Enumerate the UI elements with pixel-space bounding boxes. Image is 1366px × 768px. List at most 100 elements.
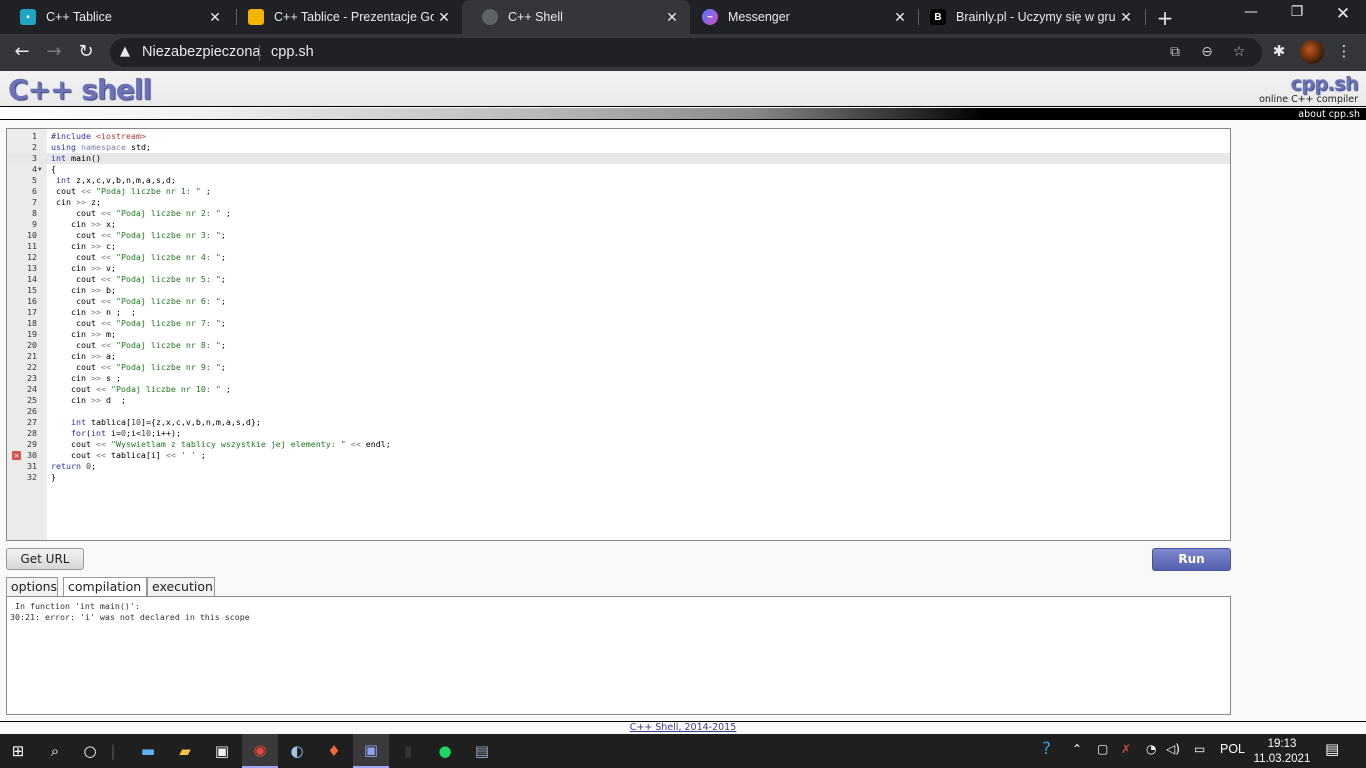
security-label[interactable]: Niezabezpieczona [142,44,261,60]
code-line[interactable]: 32} [7,472,1230,483]
profile-avatar[interactable] [1300,40,1324,64]
code-line[interactable]: 9 cin >> x; [7,219,1230,230]
code-line[interactable]: 31 return 0; [7,461,1230,472]
language-indicator[interactable]: POL [1220,742,1245,756]
code-line[interactable]: 23 cin >> s ; [7,373,1230,384]
chrome-icon[interactable]: ◉ [242,734,278,768]
minimize-button[interactable]: — [1231,4,1271,20]
close-tab-icon[interactable]: ✕ [1116,9,1136,26]
browser-tab-4[interactable]: ~ Messenger ✕ [682,0,918,34]
code-line[interactable]: 15 cin >> b; [7,285,1230,296]
code-line[interactable]: 29 cout << "Wyswietlam z tablicy wszystk… [7,439,1230,450]
camera-icon[interactable]: ▢ [1097,742,1108,756]
desktop-icon[interactable]: ▬ [130,734,166,768]
tab-execution[interactable]: execution [147,577,215,597]
code-line[interactable]: 17 cin >> n ; ; [7,307,1230,318]
globe-icon [482,9,498,25]
code-line[interactable]: 28 for(int i=0;i<10;i++); [7,428,1230,439]
address-bar[interactable]: ▲ Niezabezpieczona cpp.sh ⧉ ⊖ ☆ [110,38,1262,67]
monitor-icon[interactable]: ▤ [464,734,500,768]
code-line[interactable]: 3 int main() [7,153,1230,164]
close-window-button[interactable]: ✕ [1323,4,1363,24]
restore-button[interactable]: ❐ [1277,4,1317,20]
code-line[interactable]: 5 int z,x,c,v,b,n,m,a,s,d; [7,175,1230,186]
code-line[interactable]: 11 cin >> c; [7,241,1230,252]
error-marker-icon[interactable]: ✕ [12,451,21,460]
code-text: cout << "Podaj liczbe nr 5: "; [51,274,226,284]
app-icon[interactable]: ▮ [390,734,426,768]
close-tab-icon[interactable]: ✕ [662,9,682,26]
get-url-button[interactable]: Get URL [6,548,84,570]
zoom-icon[interactable]: ⊖ [1197,44,1217,60]
browser-tab-1[interactable]: ▪ C++ Tablice ✕ [0,0,233,34]
bookmark-star-icon[interactable]: ☆ [1229,44,1249,60]
show-hidden-icons[interactable]: ⌃ [1072,742,1082,756]
volume-icon[interactable]: ◁) [1166,742,1180,756]
cortana-icon[interactable]: ○ [72,734,108,768]
code-line[interactable]: 12 cout << "Podaj liczbe nr 4: "; [7,252,1230,263]
extensions-icon[interactable]: ✱ [1268,42,1290,60]
paint-icon[interactable]: ♦ [316,734,352,768]
about-link[interactable]: about cpp.sh [1298,109,1360,120]
code-line[interactable]: 25 cin >> d ; [7,395,1230,406]
reload-button[interactable]: ↻ [74,41,98,65]
browser-tab-2[interactable]: C++ Tablice - Prezentacje Goo ✕ [228,0,462,34]
tab-options[interactable]: options [6,577,58,597]
code-line[interactable]: 8 cout << "Podaj liczbe nr 2: " ; [7,208,1230,219]
spotify-icon[interactable]: ● [427,734,463,768]
clock[interactable]: 19:13 11.03.2021 [1252,737,1312,767]
code-line[interactable]: 27 int tablica[10]={z,x,c,v,b,n,m,a,s,d}… [7,417,1230,428]
footer-link[interactable]: C++ Shell, 2014-2015 [630,722,737,733]
code-line[interactable]: 26 [7,406,1230,417]
code-line[interactable]: 14 cout << "Podaj liczbe nr 5: "; [7,274,1230,285]
code-line[interactable]: 18 cout << "Podaj liczbe nr 7: "; [7,318,1230,329]
line-number: 8 [32,208,37,218]
code-line[interactable]: 2 using namespace std; [7,142,1230,153]
code-line[interactable]: 1 #include <iostream> [7,131,1230,142]
back-button[interactable]: ← [10,41,34,65]
tab-compilation[interactable]: compilation [63,577,147,597]
code-line[interactable]: 21 cin >> a; [7,351,1230,362]
line-number: 18 [27,318,37,328]
search-icon[interactable]: ⌕ [37,734,73,768]
start-icon[interactable]: ⊞ [0,734,36,768]
site-logo-right[interactable]: cpp.sh [1290,73,1358,95]
run-button[interactable]: Run [1152,548,1231,571]
mic-muted-icon[interactable]: ✗ [1121,742,1131,756]
code-line[interactable]: 19 cin >> m; [7,329,1230,340]
code-text: cin >> a; [51,351,116,361]
discord-icon[interactable]: ▣ [353,734,389,768]
code-line[interactable]: 24 cout << "Podaj liczbe nr 10: " ; [7,384,1230,395]
notifications-icon[interactable]: ▤ [1325,740,1339,758]
code-line[interactable]: 4 ▼ { [7,164,1230,175]
translate-icon[interactable]: ⧉ [1165,44,1185,60]
menu-icon[interactable]: ⋮ [1333,42,1355,60]
code-line[interactable]: 20 cout << "Podaj liczbe nr 8: "; [7,340,1230,351]
code-line[interactable]: 7 cin >> z; [7,197,1230,208]
close-tab-icon[interactable]: ✕ [205,9,225,26]
code-text: cout << "Podaj liczbe nr 2: " ; [51,208,231,218]
close-tab-icon[interactable]: ✕ [890,9,910,26]
steam-icon[interactable]: ◐ [279,734,315,768]
new-tab-button[interactable]: + [1155,6,1175,30]
forward-button[interactable]: → [42,41,66,65]
code-line[interactable]: 16 cout << "Podaj liczbe nr 6: "; [7,296,1230,307]
code-text: cin >> b; [51,285,116,295]
browser-tab-5[interactable]: B Brainly.pl - Uczymy się w grupi ✕ [910,0,1144,34]
url-text[interactable]: cpp.sh [271,44,314,60]
code-line[interactable]: 6 cout << "Podaj liczbe nr 1: " ; [7,186,1230,197]
store-icon[interactable]: ▣ [204,734,240,768]
code-editor[interactable]: 1 #include <iostream> 2 using namespace std… [6,128,1231,541]
file-explorer-icon[interactable]: ▰ [167,734,203,768]
code-line[interactable]: 10 cout << "Podaj liczbe nr 3: "; [7,230,1230,241]
browser-tab-3[interactable]: C++ Shell ✕ [462,0,690,34]
help-icon[interactable]: ? [1042,739,1051,759]
close-tab-icon[interactable]: ✕ [434,9,454,26]
code-line[interactable]: 22 cout << "Podaj liczbe nr 9: "; [7,362,1230,373]
site-logo[interactable]: C++ shell [8,73,152,106]
battery-icon[interactable]: ▭ [1194,742,1205,756]
wifi-icon[interactable]: ◔ [1146,742,1156,756]
code-line[interactable]: 13 cin >> v; [7,263,1230,274]
fold-toggle-icon[interactable]: ▼ [38,164,42,175]
code-line[interactable]: 30 ✕ cout << tablica[i] << ' ' ; [7,450,1230,461]
